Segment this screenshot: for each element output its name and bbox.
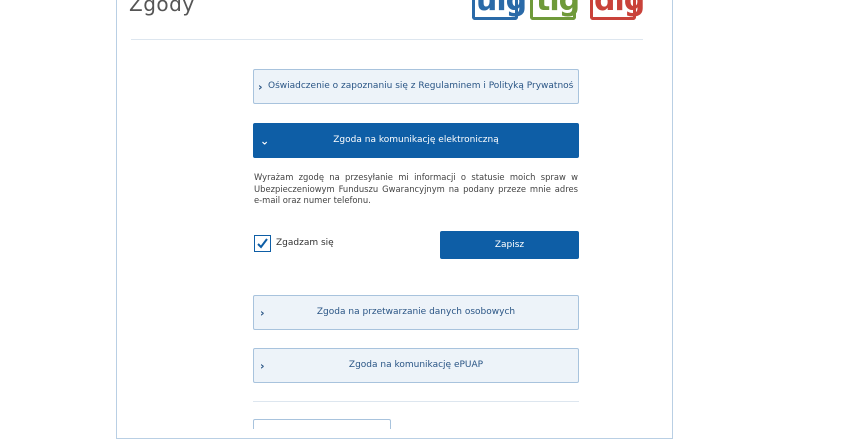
check-icon [257, 238, 268, 249]
accordion-komunikacja-elektroniczna[interactable]: ⌄ Zgoda na komunikację elektroniczną [253, 123, 579, 158]
accordion-epuap-label: Zgoda na komunikację ePUAP [348, 360, 484, 370]
accordion-komunikacja-elektroniczna-label: Zgoda na komunikację elektroniczną [333, 135, 499, 145]
agree-checkbox-label[interactable]: Zgadzam się [276, 238, 334, 248]
header-divider [131, 39, 643, 40]
accordion-przetwarzanie-danych-label: Zgoda na przetwarzanie danych osobowych [316, 307, 516, 317]
page-title: Zgody [129, 0, 195, 16]
accordion-przetwarzanie-danych[interactable]: › Zgoda na przetwarzanie danych osobowyc… [253, 295, 579, 330]
accordion-regulamin-label: Oświadczenie o zapoznaniu się z Regulami… [268, 81, 574, 91]
accordion-regulamin[interactable]: › Oświadczenie o zapoznaniu się z Regula… [253, 69, 579, 104]
agree-checkbox[interactable] [254, 235, 271, 252]
next-button-partial[interactable] [253, 419, 391, 429]
save-button[interactable]: Zapisz [440, 231, 579, 259]
chevron-right-icon: › [258, 80, 263, 93]
consent-description: Wyrażam zgodę na przesyłanie mi informac… [254, 172, 578, 205]
accordion-epuap[interactable]: › Zgoda na komunikację ePUAP [253, 348, 579, 383]
chevron-down-icon: ⌄ [260, 134, 270, 147]
footer-divider [253, 401, 579, 402]
chevron-right-icon: › [260, 359, 265, 372]
chevron-right-icon: › [260, 306, 265, 319]
